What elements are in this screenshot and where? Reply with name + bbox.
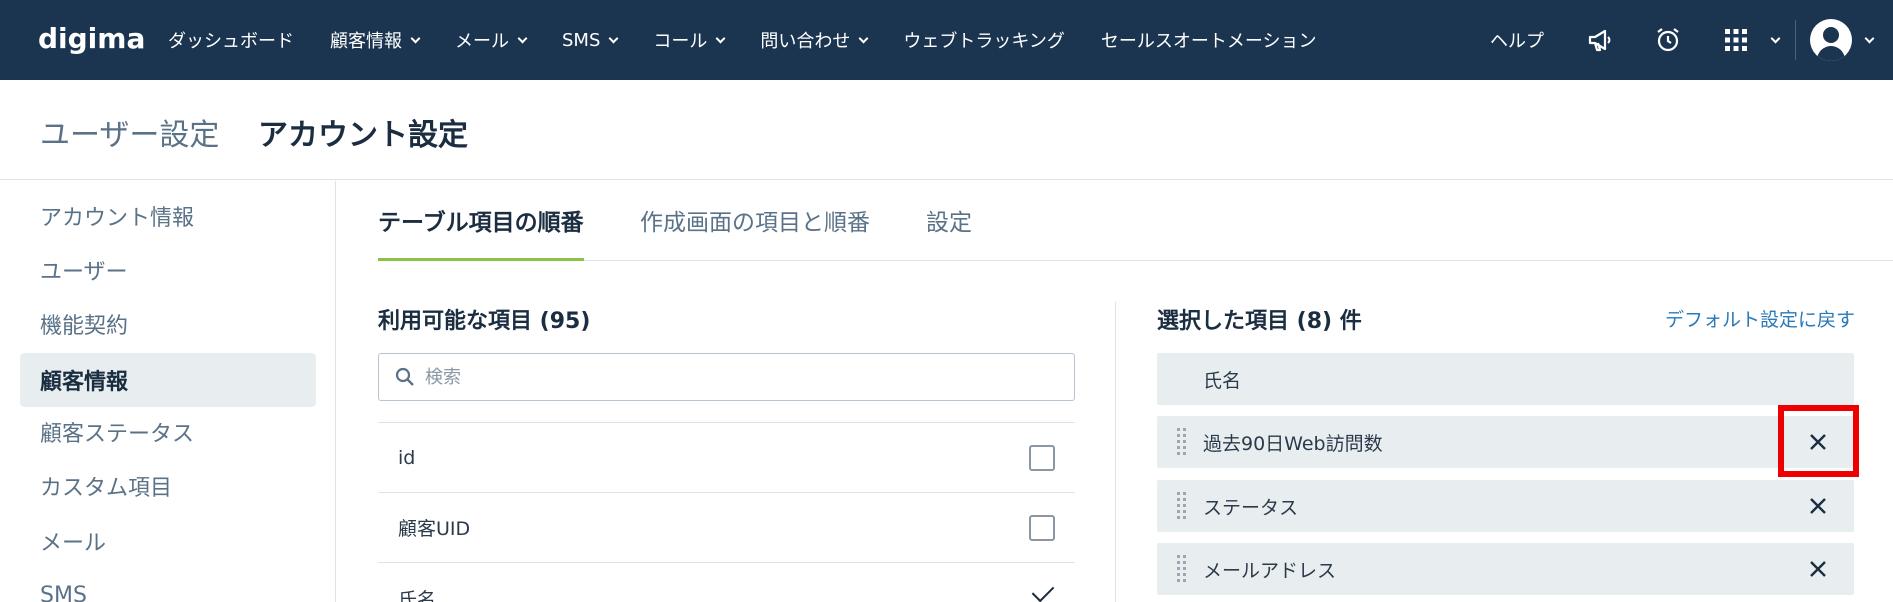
tab-bar: テーブル項目の順番 作成画面の項目と順番 設定: [378, 181, 1893, 261]
sidebar-item-customer-info[interactable]: 顧客情報: [20, 353, 316, 407]
page-header: ユーザー設定 アカウント設定: [0, 80, 1893, 180]
nav-item-customers[interactable]: 顧客情報: [312, 27, 437, 53]
apps-grid-icon[interactable]: [1720, 24, 1752, 56]
nav-menu: ダッシュボード 顧客情報 メール SMS コール 問い合わせ ウェブトラッキング…: [150, 0, 1335, 80]
chevron-down-icon: [715, 33, 726, 43]
alarm-clock-icon[interactable]: [1652, 24, 1684, 56]
chevron-down-icon[interactable]: [1770, 33, 1781, 43]
nav-item-sales-automation[interactable]: セールスオートメーション: [1083, 27, 1335, 53]
user-avatar-icon[interactable]: [1810, 19, 1852, 61]
nav-item-dashboard[interactable]: ダッシュボード: [150, 27, 312, 53]
drag-handle-icon[interactable]: [1177, 492, 1187, 522]
nav-item-label: セールスオートメーション: [1100, 31, 1317, 52]
search-input[interactable]: [425, 366, 1025, 388]
checkmark-icon[interactable]: [1031, 579, 1055, 602]
tab-create-form-fields[interactable]: 作成画面の項目と順番: [640, 203, 870, 261]
help-link[interactable]: ヘルプ: [1490, 27, 1544, 53]
reset-default-link[interactable]: デフォルト設定に戻す: [1665, 305, 1855, 332]
sidebar-item-custom-fields[interactable]: カスタム項目: [20, 459, 316, 513]
nav-item-label: SMS: [562, 29, 601, 51]
list-item[interactable]: 氏名: [378, 562, 1075, 602]
close-icon: [1810, 498, 1826, 514]
close-icon: [1810, 561, 1826, 577]
sidebar-item-customer-status[interactable]: 顧客ステータス: [20, 405, 316, 459]
remove-button[interactable]: [1798, 422, 1838, 462]
selected-item[interactable]: 過去90日Web訪問数: [1157, 416, 1854, 468]
nav-item-web-tracking[interactable]: ウェブトラッキング: [885, 27, 1082, 53]
remove-button[interactable]: [1798, 486, 1838, 526]
nav-item-mail[interactable]: メール: [437, 27, 544, 53]
list-item-label: id: [398, 446, 416, 469]
nav-item-label: ウェブトラッキング: [903, 31, 1065, 52]
sidebar-item-sms[interactable]: SMS: [20, 568, 316, 602]
drag-handle-icon[interactable]: [1177, 428, 1187, 458]
nav-item-sms[interactable]: SMS: [544, 30, 635, 51]
breadcrumb-user-settings[interactable]: ユーザー設定: [40, 110, 219, 154]
selected-item[interactable]: メールアドレス: [1157, 543, 1854, 595]
chevron-down-icon: [410, 33, 421, 43]
logo-text: digima: [38, 22, 146, 55]
digima-logo[interactable]: digima: [38, 22, 145, 55]
list-item[interactable]: id: [378, 422, 1075, 492]
sidebar-item-features[interactable]: 機能契約: [20, 297, 316, 351]
chevron-down-icon: [858, 33, 869, 43]
checkbox[interactable]: [1029, 514, 1055, 541]
search-icon: [395, 367, 414, 386]
chevron-down-icon[interactable]: [1864, 33, 1875, 43]
chevron-down-icon: [608, 33, 619, 43]
selected-item: 氏名: [1157, 353, 1854, 405]
top-nav: digima ダッシュボード 顧客情報 メール SMS コール 問い合わせ ウェ…: [0, 0, 1893, 80]
nav-item-label: 顧客情報: [330, 31, 402, 52]
search-box[interactable]: [378, 353, 1075, 401]
list-item-label: 顧客UID: [398, 518, 471, 540]
remove-button[interactable]: [1798, 549, 1838, 589]
sidebar-item-account-info[interactable]: アカウント情報: [20, 189, 316, 243]
selected-item-label: メールアドレス: [1203, 559, 1337, 582]
nav-separator: [1795, 20, 1796, 60]
nav-item-label: 問い合わせ: [760, 31, 851, 52]
sidebar-item-mail[interactable]: メール: [20, 514, 316, 568]
nav-item-call[interactable]: コール: [635, 27, 742, 53]
megaphone-icon[interactable]: [1584, 24, 1616, 56]
close-icon: [1810, 434, 1826, 450]
nav-item-inquiry[interactable]: 問い合わせ: [742, 27, 885, 53]
panel-divider: [1115, 302, 1116, 602]
checkbox[interactable]: [1029, 444, 1055, 471]
nav-item-label: ダッシュボード: [168, 31, 294, 52]
selected-fields-title: 選択した項目 (8) 件: [1157, 309, 1362, 334]
list-item[interactable]: 顧客UID: [378, 492, 1075, 562]
nav-item-label: コール: [653, 31, 708, 52]
drag-handle-icon[interactable]: [1177, 555, 1187, 585]
selected-item[interactable]: ステータス: [1157, 480, 1854, 532]
list-item-label: 氏名: [398, 589, 437, 602]
tab-settings[interactable]: 設定: [926, 203, 972, 261]
chevron-down-icon: [517, 33, 528, 43]
selected-item-label: ステータス: [1203, 496, 1299, 519]
selected-item-label: 過去90日Web訪問数: [1203, 432, 1383, 455]
available-fields-title: 利用可能な項目 (95): [378, 309, 591, 334]
nav-right: ヘルプ: [1490, 0, 1893, 80]
sidebar-item-users[interactable]: ユーザー: [20, 243, 316, 297]
sidebar: アカウント情報 ユーザー 機能契約 顧客情報 顧客ステータス カスタム項目 メー…: [0, 181, 336, 602]
selected-item-label: 氏名: [1203, 369, 1242, 392]
nav-item-label: メール: [455, 31, 509, 52]
tab-table-column-order[interactable]: テーブル項目の順番: [378, 203, 584, 261]
page-title: アカウント設定: [258, 118, 468, 153]
